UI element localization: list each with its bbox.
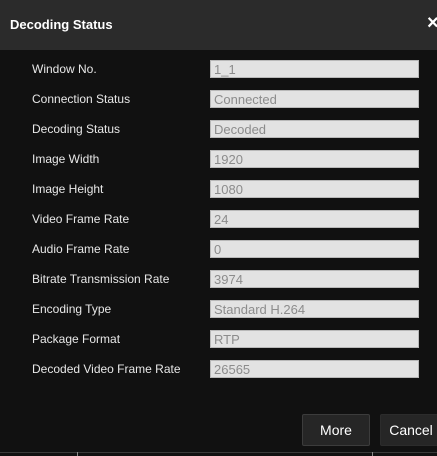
decoding-status-label: Decoding Status xyxy=(32,122,121,136)
window-no-label: Window No. xyxy=(32,62,97,76)
package-format-field[interactable] xyxy=(210,330,419,348)
cancel-button[interactable]: Cancel xyxy=(380,414,437,446)
encoding-type-field[interactable] xyxy=(210,300,419,318)
close-icon[interactable]: × xyxy=(427,12,437,34)
dialog-titlebar: Decoding Status × xyxy=(0,0,437,50)
encoding-type-label: Encoding Type xyxy=(32,302,112,316)
image-width-label: Image Width xyxy=(32,152,100,166)
package-format-label: Package Format xyxy=(32,332,121,346)
bitrate-transmission-rate-label: Bitrate Transmission Rate xyxy=(32,272,170,286)
decoded-video-frame-rate-field[interactable] xyxy=(210,360,419,378)
decoding-status-field[interactable] xyxy=(210,120,419,138)
video-frame-rate-field[interactable] xyxy=(210,210,419,228)
image-height-field[interactable] xyxy=(210,180,419,198)
status-form: Window No. Connection Status Decoding St… xyxy=(0,50,437,456)
window-no-field[interactable] xyxy=(210,60,419,78)
divider-tick xyxy=(77,452,78,456)
decoding-status-dialog: Decoding Status × Window No. Connection … xyxy=(0,0,437,456)
decoded-video-frame-rate-label: Decoded Video Frame Rate xyxy=(32,362,181,376)
audio-frame-rate-field[interactable] xyxy=(210,240,419,258)
connection-status-label: Connection Status xyxy=(32,92,131,106)
audio-frame-rate-label: Audio Frame Rate xyxy=(32,242,130,256)
divider-tick xyxy=(372,452,373,456)
connection-status-field[interactable] xyxy=(210,90,419,108)
more-button[interactable]: More xyxy=(302,414,370,446)
image-height-label: Image Height xyxy=(32,182,104,196)
bitrate-transmission-rate-field[interactable] xyxy=(210,270,419,288)
dialog-title: Decoding Status xyxy=(10,17,113,32)
image-width-field[interactable] xyxy=(210,150,419,168)
video-frame-rate-label: Video Frame Rate xyxy=(32,212,130,226)
